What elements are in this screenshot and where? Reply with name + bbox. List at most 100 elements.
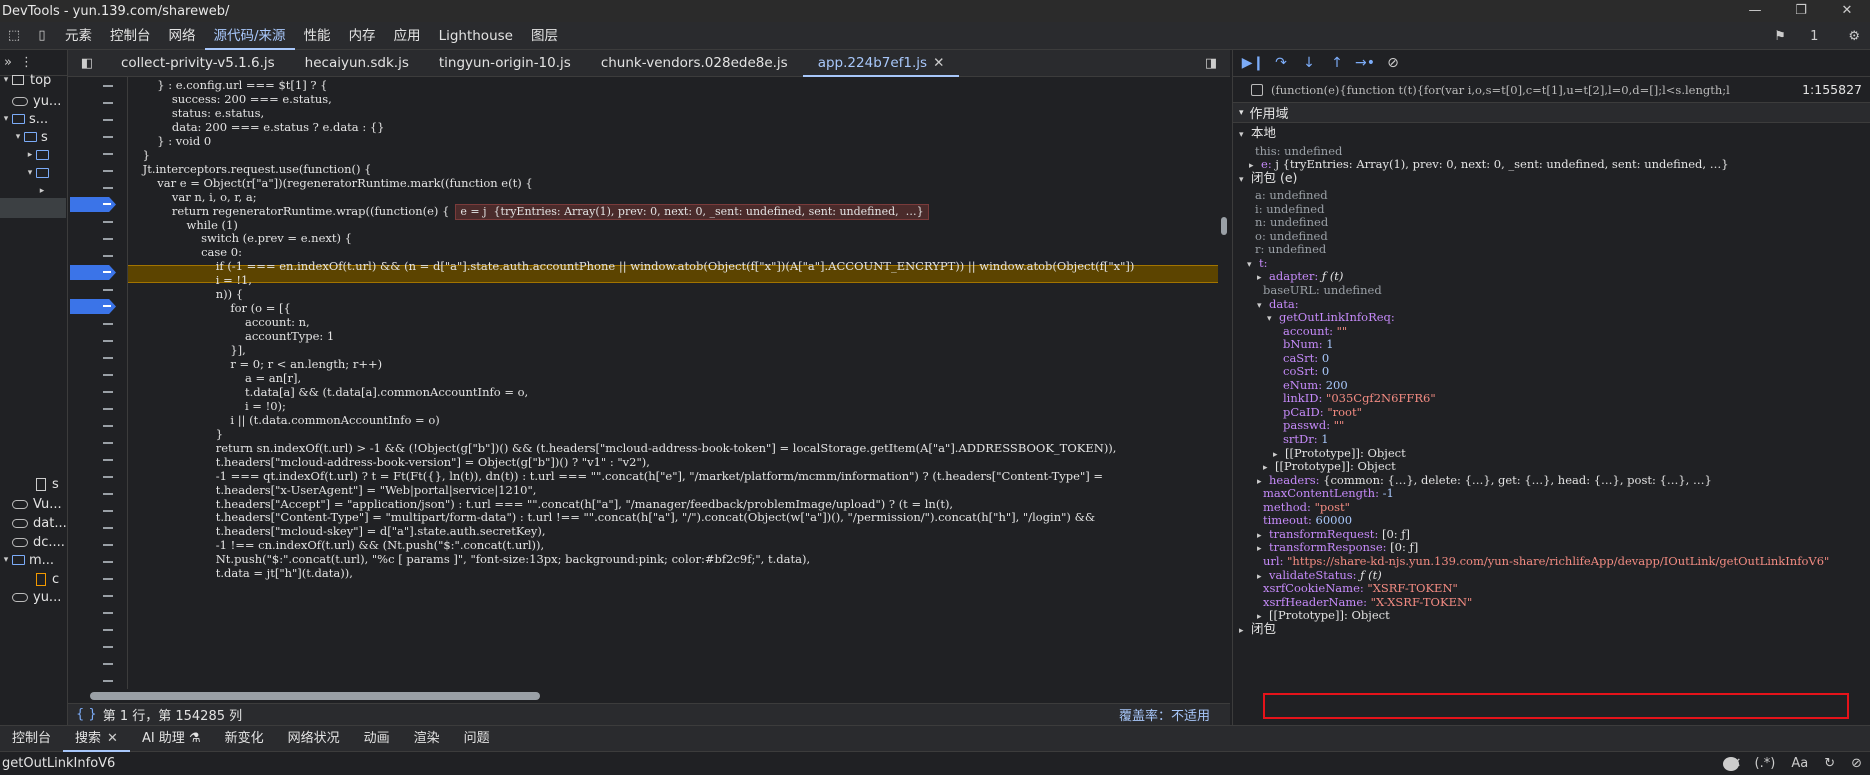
window-icon	[12, 75, 24, 85]
device-toolbar-icon[interactable]: ▯	[28, 28, 56, 43]
scope-group-header[interactable]: ▾ 闭包 (e)	[1239, 170, 1297, 186]
tab-lighthouse[interactable]: Lighthouse	[430, 22, 522, 50]
editor-tab-bar: ◧ collect-privity-v5.1.6.js hecaiyun.sdk…	[68, 50, 1230, 77]
tree-item-file[interactable]: c	[24, 569, 59, 589]
editor-horizontal-scrollbar[interactable]	[68, 689, 1230, 703]
drawer-tab-search[interactable]: 搜索 ✕	[63, 726, 130, 752]
tab-elements[interactable]: 元素	[56, 22, 101, 50]
scope-variable[interactable]: ▸ e: j {tryEntries: Array(1), prev: 0, ne…	[1249, 156, 1729, 172]
scope-section-header[interactable]: ▾ 作用域	[1233, 103, 1870, 123]
more-tabs-icon[interactable]: »	[0, 55, 16, 70]
collapse-arrow-icon: ▾	[3, 555, 9, 565]
regex-toggle[interactable]: (.*)	[1747, 756, 1784, 771]
tree-item-folder[interactable]: ▸	[24, 145, 53, 165]
drawer-tab-issues[interactable]: 问题	[452, 726, 502, 752]
close-window-icon[interactable]: ✕	[1824, 0, 1870, 22]
drawer-tab-whats-new[interactable]: 新变化	[213, 726, 276, 752]
tree-item-origin[interactable]: dc....	[0, 532, 65, 552]
collapse-arrow-icon: ▾	[15, 132, 21, 142]
gutter-mark	[103, 374, 113, 376]
tree-item-folder[interactable]: ▾ s	[12, 127, 48, 147]
tree-arrow-icon: ▾	[1267, 314, 1272, 325]
gutter-mark	[103, 459, 113, 461]
resume-icon[interactable]: ▶❙	[1239, 55, 1267, 71]
gutter-mark	[103, 170, 113, 172]
gutter-mark	[103, 289, 113, 291]
cursor-position: 第 1 行，第 154285 列	[102, 709, 243, 724]
search-input[interactable]: getOutLinkInfoV6	[0, 756, 115, 771]
close-tab-icon[interactable]: ✕	[107, 731, 118, 746]
close-tab-icon[interactable]: ✕	[933, 55, 944, 71]
code-line[interactable]: return regeneratorRuntime.wrap((function…	[128, 203, 929, 220]
tree-item-origin[interactable]: dat...	[0, 513, 67, 533]
toggle-debugger-icon[interactable]: ◨	[1192, 56, 1230, 71]
tab-performance[interactable]: 性能	[295, 22, 340, 50]
settings-gear-icon[interactable]: ⚙	[1838, 29, 1870, 44]
tab-layers[interactable]: 图层	[522, 22, 567, 50]
line-gutter[interactable]	[68, 77, 128, 689]
coverage-status[interactable]: 覆盖率：不适用	[1119, 705, 1210, 724]
refresh-icon[interactable]: ↻	[1816, 756, 1843, 771]
drawer-tab-bar: 控制台 搜索 ✕ AI 助理 ⚗ 新变化 网络状况 动画 渲染 问题	[0, 725, 1870, 752]
clear-results-icon[interactable]: ⊘	[1843, 756, 1870, 771]
tree-item-top[interactable]: ▾ top	[0, 70, 52, 90]
clear-search-icon[interactable]: ✕	[1715, 756, 1747, 771]
drawer-tab-network-conditions[interactable]: 网络状况	[276, 726, 352, 752]
drawer-tab-animations[interactable]: 动画	[352, 726, 402, 752]
code-line[interactable]: if (-1 === en.indexOf(t.url) && (n = d["…	[128, 258, 1135, 275]
tree-item-origin[interactable]: yu...	[0, 587, 61, 607]
breakpoint-checkbox[interactable]	[1251, 83, 1263, 96]
editor-vertical-scrollbar[interactable]	[1218, 77, 1230, 689]
breakpoint-marker[interactable]	[70, 265, 116, 280]
step-over-icon[interactable]: ↷	[1267, 55, 1295, 71]
editor-tab[interactable]: chunk-vendors.028ede8e.js	[586, 50, 803, 77]
inspect-icon[interactable]: ⬚	[0, 28, 28, 43]
scroll-thumb[interactable]	[1221, 217, 1227, 235]
tree-item-origin[interactable]: yu...	[0, 91, 61, 111]
code-line[interactable]: t.data = jt["h"](t.data)),	[128, 565, 353, 582]
editor-tab[interactable]: collect-privity-v5.1.6.js	[106, 50, 290, 77]
restore-icon[interactable]: ❐	[1778, 0, 1824, 22]
editor-tab-active[interactable]: app.224b7ef1.js ✕	[802, 50, 960, 77]
scope-variable[interactable]: ▸ [[Prototype]]: Object	[1257, 607, 1390, 623]
tree-item-folder[interactable]: ▾	[24, 163, 53, 183]
tab-console[interactable]: 控制台	[101, 22, 160, 50]
scope-group-header[interactable]: ▾ 本地	[1239, 125, 1276, 141]
tab-network[interactable]: 网络	[160, 22, 205, 50]
breakpoint-marker[interactable]	[70, 197, 116, 212]
minimize-icon[interactable]: —	[1732, 0, 1778, 22]
drawer-tab-ai-assistant[interactable]: AI 助理 ⚗	[130, 726, 213, 752]
drawer-tab-console[interactable]: 控制台	[0, 726, 63, 752]
step-icon[interactable]: →•	[1351, 55, 1379, 71]
tab-sources[interactable]: 源代码/来源	[204, 22, 295, 50]
cloud-icon	[12, 96, 28, 106]
breakpoint-position: 1:155827	[1802, 82, 1862, 97]
folder-icon	[36, 168, 49, 178]
tree-item-file[interactable]: s	[24, 474, 59, 494]
file-icon	[36, 477, 46, 491]
deactivate-breakpoints-icon[interactable]: ⊘	[1379, 55, 1407, 71]
tab-application[interactable]: 应用	[385, 22, 430, 50]
issues-badge[interactable]: ⚑ 1	[1754, 29, 1838, 44]
tree-item-selected[interactable]	[0, 198, 66, 218]
tree-item-origin[interactable]: Vu...	[0, 494, 62, 514]
tree-item-folder[interactable]: ▾ m...	[0, 550, 54, 570]
tree-arrow-icon: ▾	[1239, 174, 1244, 185]
tree-item-folder[interactable]: ▾ s...	[0, 109, 48, 129]
editor-tab[interactable]: hecaiyun.sdk.js	[290, 50, 424, 77]
scroll-thumb[interactable]	[90, 692, 540, 700]
breakpoint-entry[interactable]: (function(e){function t(t){for(var i,o,s…	[1233, 77, 1870, 103]
more-options-icon[interactable]: ⋮	[16, 55, 37, 70]
step-out-icon[interactable]: ↑	[1323, 55, 1351, 71]
scope-group-header[interactable]: ▸ 闭包	[1239, 621, 1276, 637]
toggle-navigator-icon[interactable]: ◧	[68, 56, 106, 71]
tab-memory[interactable]: 内存	[340, 22, 385, 50]
drawer-tab-rendering[interactable]: 渲染	[402, 726, 452, 752]
editor-tab[interactable]: tingyun-origin-10.js	[424, 50, 586, 77]
gutter-mark	[103, 595, 113, 597]
match-case-toggle[interactable]: Aa	[1783, 756, 1816, 771]
pretty-print-icon[interactable]: { }	[68, 707, 103, 722]
step-into-icon[interactable]: ↓	[1295, 55, 1323, 71]
code-editor[interactable]: } : e.config.url === $t[1] ? { success: …	[128, 77, 1218, 689]
breakpoint-marker[interactable]	[70, 299, 116, 314]
